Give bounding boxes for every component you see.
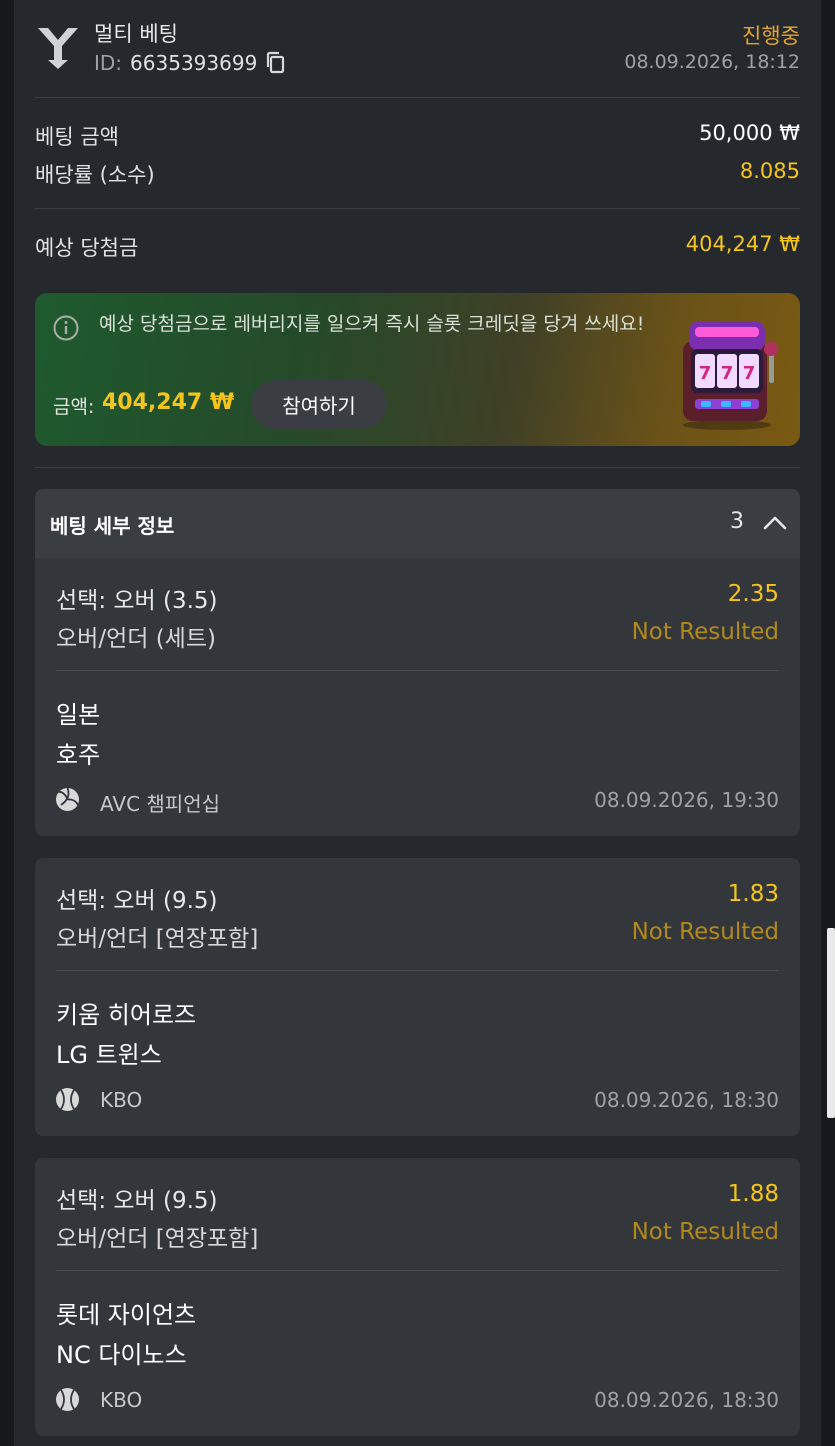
match-datetime: 08.09.2026, 19:30 — [594, 788, 779, 812]
away-team: 호주 — [56, 741, 101, 769]
stake-value: 50,000 ₩ — [699, 121, 800, 145]
divider — [35, 208, 800, 209]
card-divider — [56, 970, 779, 971]
baseball-icon — [56, 1088, 79, 1111]
home-team: 롯데 자이언츠 — [56, 1301, 197, 1329]
result-status: Not Resulted — [631, 619, 779, 645]
match-datetime: 08.09.2026, 18:30 — [594, 1088, 779, 1112]
slot-machine-icon: 7 7 7 — [683, 321, 778, 430]
selection-text: 선택: 오버 (9.5) — [56, 1188, 218, 1214]
result-status: Not Resulted — [631, 919, 779, 945]
selection-odds: 1.83 — [727, 881, 779, 907]
league-name: AVC 챔피언십 — [100, 792, 221, 816]
multi-bet-icon — [38, 28, 78, 69]
league-name: KBO — [100, 1088, 143, 1112]
payout-value: 404,247 ₩ — [685, 232, 800, 256]
selection-odds: 2.35 — [727, 581, 779, 607]
card-divider — [56, 670, 779, 671]
selection-odds: 1.88 — [727, 1181, 779, 1207]
svg-text:7: 7 — [721, 363, 734, 384]
selection-card: 선택: 오버 (9.5) 1.88 오버/언더 [연장포함] Not Resul… — [35, 1158, 800, 1436]
market-name: 오버/언더 [연장포함] — [56, 926, 259, 952]
league-name: KBO — [100, 1388, 143, 1412]
volleyball-icon — [56, 787, 79, 811]
svg-text:7: 7 — [699, 363, 712, 384]
odds-value: 8.085 — [739, 159, 800, 183]
card-divider — [56, 1270, 779, 1271]
market-name: 오버/언더 [연장포함] — [56, 1226, 259, 1252]
copy-icon[interactable] — [265, 51, 287, 75]
bet-id-label: ID: — [94, 51, 123, 75]
promo-amount-label: 금액: — [53, 396, 95, 418]
baseball-icon — [56, 1388, 79, 1411]
bet-details-title: 베팅 세부 정보 — [50, 514, 175, 538]
bet-type-title: 멀티 베팅 — [94, 22, 178, 46]
slot-credit-promo-banner: 예상 당첨금으로 레버리지를 일으켜 즉시 슬롯 크레딧을 당겨 쓰세요! 금액… — [35, 293, 800, 446]
scrollbar[interactable] — [827, 928, 835, 1118]
home-team: 일본 — [56, 701, 101, 729]
selection-card: 선택: 오버 (9.5) 1.83 오버/언더 [연장포함] Not Resul… — [35, 858, 800, 1136]
bet-datetime: 08.09.2026, 18:12 — [624, 51, 800, 73]
promo-amount-value: 404,247 ₩ — [102, 390, 235, 415]
market-name: 오버/언더 (세트) — [56, 626, 216, 652]
away-team: LG 트윈스 — [56, 1041, 162, 1069]
selection-count: 3 — [730, 509, 744, 534]
bet-id: ID: 6635393699 — [94, 51, 287, 75]
promo-message: 예상 당첨금으로 레버리지를 일으켜 즉시 슬롯 크레딧을 당겨 쓰세요! — [99, 313, 645, 335]
away-team: NC 다이노스 — [56, 1341, 187, 1369]
info-icon — [53, 315, 79, 341]
selection-text: 선택: 오버 (9.5) — [56, 888, 218, 914]
odds-label: 배당률 (소수) — [35, 163, 155, 187]
bet-details-header[interactable]: 베팅 세부 정보 3 — [35, 489, 800, 558]
divider — [35, 467, 800, 468]
join-button[interactable]: 참여하기 — [251, 380, 387, 429]
chevron-up-icon[interactable] — [762, 511, 788, 535]
svg-text:7: 7 — [743, 363, 756, 384]
bet-id-value: 6635393699 — [130, 51, 258, 75]
result-status: Not Resulted — [631, 1219, 779, 1245]
stake-label: 베팅 금액 — [35, 125, 119, 149]
selection-text: 선택: 오버 (3.5) — [56, 588, 218, 614]
home-team: 키움 히어로즈 — [56, 1001, 197, 1029]
selection-card: 선택: 오버 (3.5) 2.35 오버/언더 (세트) Not Resulte… — [35, 558, 800, 836]
match-datetime: 08.09.2026, 18:30 — [594, 1388, 779, 1412]
divider — [35, 97, 800, 98]
payout-label: 예상 당첨금 — [35, 236, 139, 260]
status-badge: 진행중 — [742, 24, 800, 48]
